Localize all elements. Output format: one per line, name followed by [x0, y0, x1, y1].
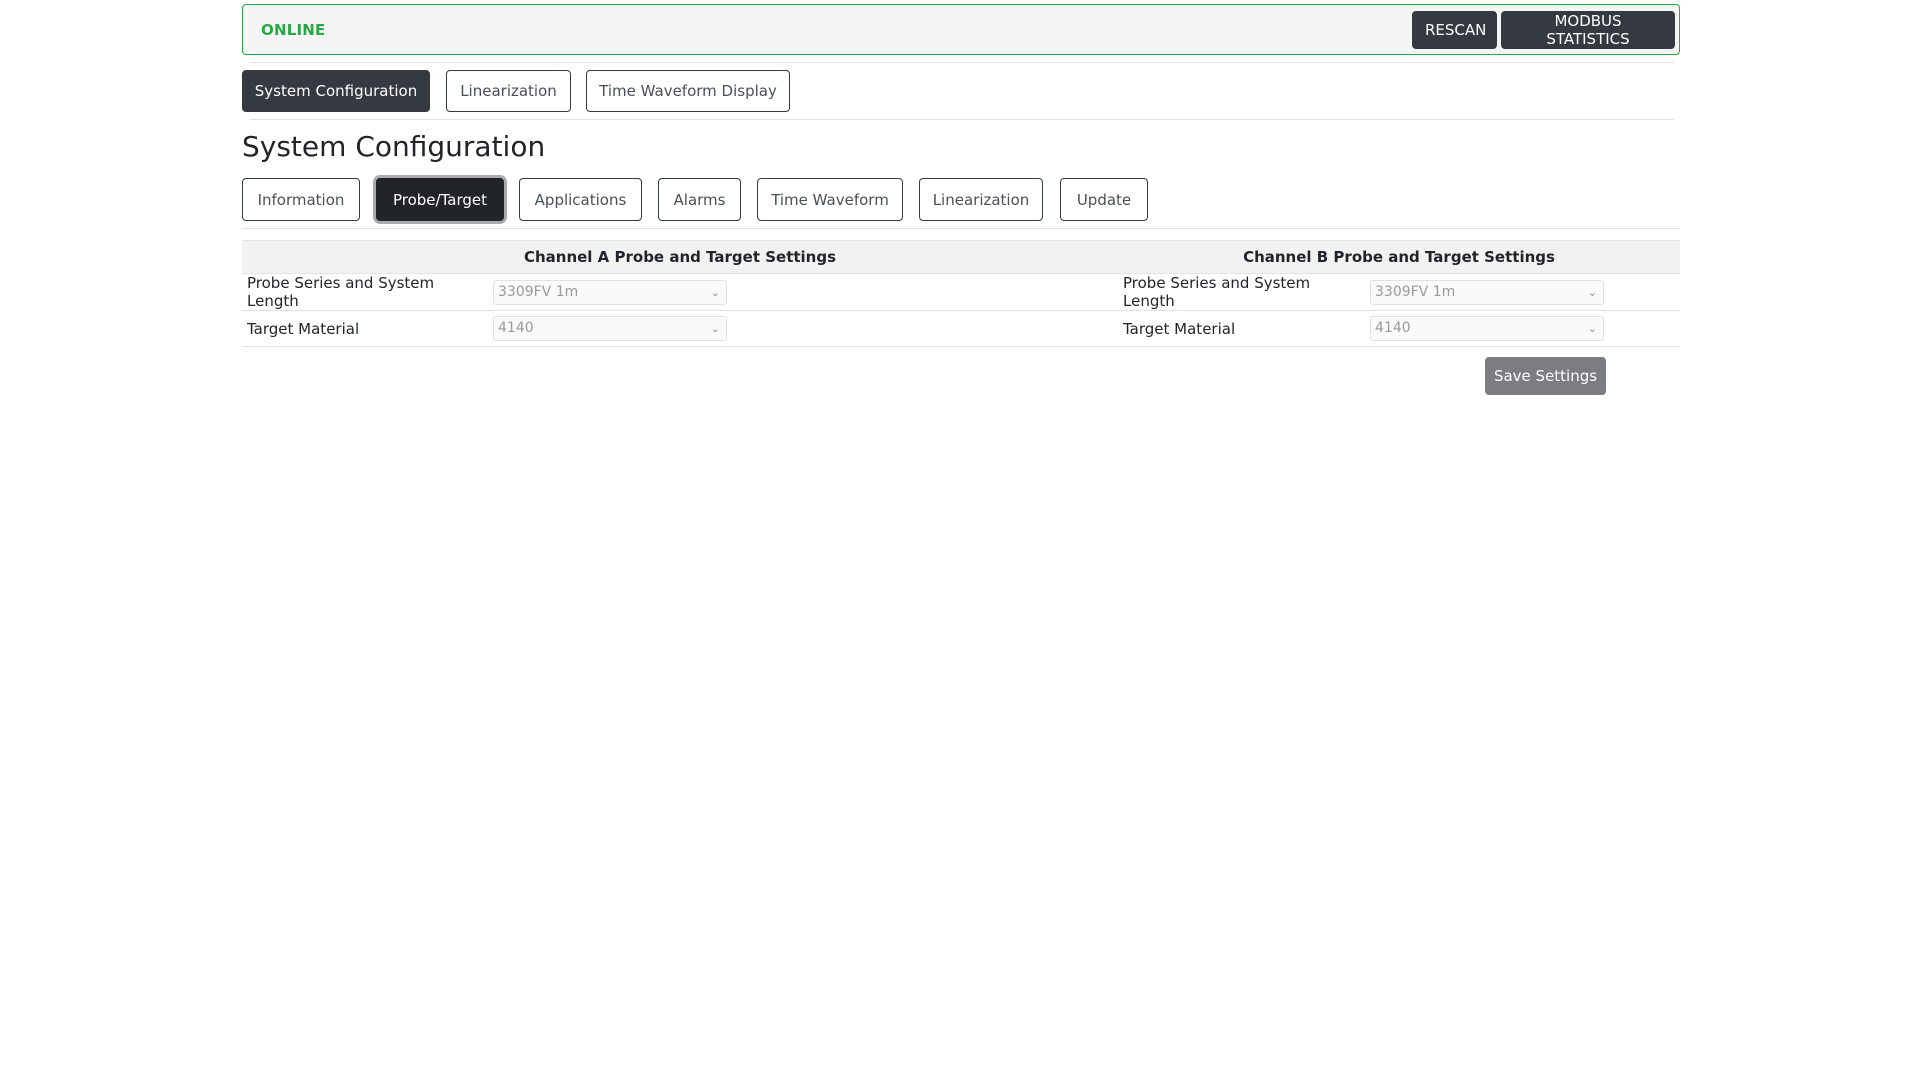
channel-a-target-label: Target Material: [242, 310, 488, 347]
save-settings-button[interactable]: Save Settings: [1485, 357, 1606, 395]
channel-a-header: Channel A Probe and Target Settings: [242, 240, 1118, 274]
divider: [242, 228, 1680, 229]
channel-a-target-cell: 4140 ⌄: [488, 310, 1118, 347]
channel-a-target-select[interactable]: 4140 ⌄: [493, 316, 727, 341]
channel-b-target-cell: 4140 ⌄: [1365, 310, 1680, 347]
connection-status: ONLINE: [261, 21, 326, 39]
modbus-statistics-button[interactable]: MODBUS STATISTICS: [1501, 11, 1675, 49]
channel-a-target-value: 4140: [498, 320, 534, 336]
channel-a-probe-value: 3309FV 1m: [498, 283, 579, 300]
channel-b-header: Channel B Probe and Target Settings: [1118, 240, 1680, 274]
table-row: Probe Series and System Length 3309FV 1m…: [242, 273, 1680, 311]
channel-b-target-label: Target Material: [1118, 310, 1365, 347]
channel-b-target-select[interactable]: 4140 ⌄: [1370, 316, 1604, 341]
tab-linearization[interactable]: Linearization: [446, 70, 571, 112]
chevron-down-icon: ⌄: [710, 285, 720, 299]
subtab-probe-target[interactable]: Probe/Target: [376, 178, 504, 221]
channel-a-probe-cell: 3309FV 1m ⌄: [488, 273, 1118, 311]
chevron-down-icon: ⌄: [1587, 322, 1597, 335]
channel-b-target-value: 4140: [1375, 320, 1411, 336]
tab-system-configuration[interactable]: System Configuration: [242, 70, 430, 112]
page-title: System Configuration: [242, 130, 546, 163]
table-row: Target Material 4140 ⌄ Target Material 4…: [242, 310, 1680, 347]
tab-time-waveform-display[interactable]: Time Waveform Display: [586, 70, 790, 112]
chevron-down-icon: ⌄: [710, 322, 720, 335]
channel-b-probe-label: Probe Series and System Length: [1118, 273, 1365, 311]
subtab-update[interactable]: Update: [1060, 178, 1148, 221]
channel-b-probe-select[interactable]: 3309FV 1m ⌄: [1370, 279, 1604, 305]
channel-b-probe-cell: 3309FV 1m ⌄: [1365, 273, 1680, 311]
divider: [250, 62, 1674, 63]
connection-status-bar: ONLINE RESCAN MODBUS STATISTICS: [242, 4, 1680, 55]
divider: [250, 119, 1674, 120]
subtab-alarms[interactable]: Alarms: [658, 178, 741, 221]
subtab-time-waveform[interactable]: Time Waveform: [757, 178, 903, 221]
rescan-button[interactable]: RESCAN: [1412, 11, 1497, 49]
channel-b-probe-value: 3309FV 1m: [1375, 283, 1456, 300]
channel-a-probe-select[interactable]: 3309FV 1m ⌄: [493, 279, 727, 305]
chevron-down-icon: ⌄: [1587, 285, 1597, 299]
probe-target-settings-table: Channel A Probe and Target Settings Chan…: [242, 240, 1680, 347]
table-header-row: Channel A Probe and Target Settings Chan…: [242, 240, 1680, 274]
subtab-applications[interactable]: Applications: [519, 178, 642, 221]
subtab-linearization[interactable]: Linearization: [919, 178, 1043, 221]
subtab-information[interactable]: Information: [242, 178, 360, 221]
channel-a-probe-label: Probe Series and System Length: [242, 273, 488, 311]
